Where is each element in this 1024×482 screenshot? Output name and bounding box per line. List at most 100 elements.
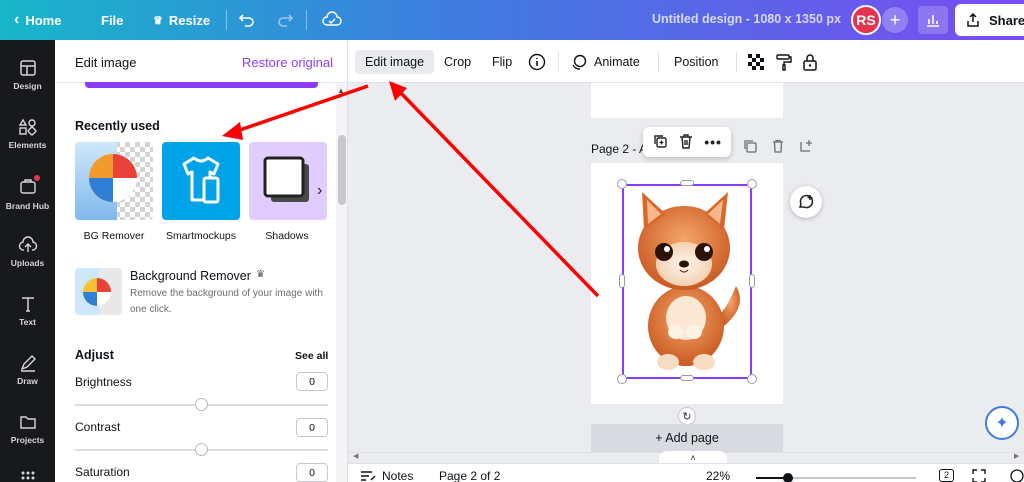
rail-item-elements[interactable]: Elements (0, 117, 55, 150)
transparency-button[interactable] (748, 50, 764, 74)
tile-label: Smartmockups (165, 230, 237, 242)
crop-button[interactable]: Crop (444, 50, 471, 74)
divider (226, 10, 227, 30)
contrast-slider-knob[interactable] (195, 443, 208, 456)
bar-chart-icon (927, 15, 939, 27)
home-button[interactable]: ‹ Home (14, 0, 61, 40)
rail-item-design[interactable]: Design (0, 58, 55, 91)
smartmockups-tile[interactable] (162, 142, 240, 220)
page-1-preview[interactable] (591, 83, 783, 118)
applied-effect-bar[interactable] (85, 82, 318, 88)
share-button[interactable]: Share (955, 4, 1024, 36)
rail-item-draw[interactable]: Draw (0, 353, 55, 386)
avatar[interactable]: RS (851, 5, 881, 35)
scroll-right-arrow-icon[interactable]: ▶ (1014, 452, 1019, 460)
resize-handle-bottom[interactable] (680, 375, 694, 381)
chevron-right-icon[interactable]: › (317, 182, 322, 200)
rail-label: Brand Hub (5, 201, 50, 211)
rail-label: Elements (8, 140, 47, 150)
selection-frame[interactable] (622, 184, 752, 379)
position-button[interactable]: Position (674, 50, 718, 74)
resize-handle-bottom-left[interactable] (617, 374, 627, 384)
redo-button[interactable] (276, 0, 294, 40)
duplicate-page-icon[interactable] (743, 139, 757, 156)
resize-handle-right[interactable] (749, 274, 755, 288)
add-page-icon[interactable] (799, 139, 813, 156)
resize-handle-bottom-right[interactable] (747, 374, 757, 384)
undo-button[interactable] (238, 0, 256, 40)
share-upload-icon (967, 12, 979, 27)
resize-button[interactable]: ♛ Resize (153, 0, 210, 40)
chevron-left-icon: ‹ (14, 11, 20, 28)
rotate-handle-icon[interactable]: ↻ (678, 407, 696, 425)
rail-label: Projects (10, 435, 45, 445)
element-floating-menu: ••• (643, 127, 731, 157)
magic-assistant-icon[interactable]: ✦ (985, 406, 1019, 440)
delete-page-icon[interactable] (771, 139, 785, 156)
notes-button[interactable]: Notes (360, 469, 413, 482)
rail-label: Uploads (10, 258, 45, 268)
contrast-value-input[interactable]: 0 (296, 418, 328, 437)
rail-item-projects[interactable]: Projects (0, 412, 55, 445)
crown-icon: ♛ (153, 14, 163, 27)
page-2-title[interactable]: Page 2 - A (591, 142, 647, 156)
add-comment-button[interactable] (790, 186, 822, 218)
brightness-slider-knob[interactable] (195, 398, 208, 411)
animate-label: Animate (594, 55, 640, 69)
divider (558, 52, 559, 72)
rail-item-uploads[interactable]: Uploads (0, 235, 55, 268)
pen-icon (20, 355, 36, 372)
page-grid-button[interactable]: 2 (939, 469, 955, 482)
rail-item-brand-hub[interactable]: Brand Hub (0, 175, 55, 211)
background-remover-thumbnail[interactable] (75, 268, 122, 315)
lock-button[interactable] (802, 50, 818, 74)
undo-icon (238, 14, 254, 27)
animate-button[interactable]: Animate (570, 50, 640, 74)
see-all-link[interactable]: See all (295, 350, 328, 362)
file-menu-button[interactable]: File (101, 0, 123, 40)
bg-remover-tile[interactable] (75, 142, 153, 220)
resize-handle-left[interactable] (619, 274, 625, 288)
context-toolbar: Edit image Crop Flip Animate Position (348, 40, 1024, 83)
shadow-square-icon (263, 156, 309, 202)
paint-roller-icon (776, 54, 792, 71)
insights-button[interactable] (918, 6, 948, 34)
design-title[interactable]: Untitled design - 1080 x 1350 px (652, 12, 841, 26)
duplicate-icon[interactable] (652, 133, 668, 152)
edit-image-button[interactable]: Edit image (355, 50, 435, 74)
trash-icon[interactable] (678, 133, 694, 152)
help-button[interactable] (1010, 469, 1024, 482)
zoom-level[interactable]: 22% (706, 469, 730, 482)
resize-handle-top-right[interactable] (747, 179, 757, 189)
brand-hub-icon-wrap (18, 175, 40, 198)
scroll-left-arrow-icon[interactable]: ◀ (353, 452, 358, 460)
info-button[interactable] (528, 50, 546, 74)
flip-button[interactable]: Flip (492, 50, 512, 74)
resize-handle-top[interactable] (680, 180, 694, 186)
design-canvas[interactable]: Page 2 - A ••• ↻ + Add page ✦ ◀ ▶ (348, 83, 1024, 463)
saturation-value-input[interactable]: 0 (296, 463, 328, 482)
restore-original-link[interactable]: Restore original (242, 55, 333, 70)
background-remover-title[interactable]: Background Remover (130, 269, 251, 283)
background-remover-description: Remove the background of your image with… (130, 288, 323, 315)
invite-button[interactable]: + (882, 7, 908, 33)
copy-style-button[interactable] (776, 50, 792, 74)
panel-scrollbar-thumb[interactable] (338, 135, 346, 205)
brightness-value-input[interactable]: 0 (296, 372, 328, 391)
rail-item-apps[interactable] (0, 468, 55, 482)
shadows-tile[interactable] (249, 142, 327, 220)
cloud-save-status[interactable] (322, 0, 342, 40)
add-page-button[interactable]: + Add page (591, 424, 783, 452)
left-rail: Design Elements Brand Hub Uploads Text D… (0, 40, 55, 482)
animate-icon (572, 54, 587, 70)
fullscreen-button[interactable] (972, 469, 986, 482)
top-bar: ‹ Home File ♛ Resize Untitled design - 1… (0, 0, 1024, 40)
rail-item-text[interactable]: Text (0, 294, 55, 327)
cloud-check-icon (322, 11, 342, 26)
resize-handle-top-left[interactable] (617, 179, 627, 189)
page-indicator[interactable]: Page 2 of 2 (439, 469, 500, 482)
file-label: File (101, 12, 124, 28)
scroll-up-arrow-icon[interactable]: ▲ (337, 86, 345, 95)
zoom-slider-knob[interactable] (783, 473, 793, 482)
more-options-icon[interactable]: ••• (704, 134, 722, 150)
